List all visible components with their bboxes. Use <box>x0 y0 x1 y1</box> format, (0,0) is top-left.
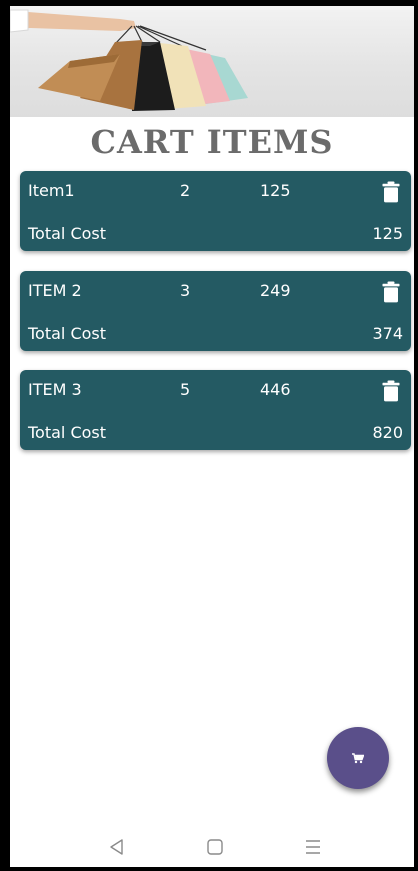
cart-fab-button[interactable] <box>327 727 389 789</box>
home-icon[interactable] <box>205 837 225 857</box>
item-quantity: 3 <box>180 281 191 300</box>
item-price: 125 <box>260 181 291 200</box>
system-navigation-bar <box>10 825 414 865</box>
item-name: ITEM 3 <box>28 380 82 399</box>
item-quantity: 5 <box>180 380 191 399</box>
cart-icon <box>352 752 364 763</box>
item-quantity: 2 <box>180 181 191 200</box>
item-name: Item1 <box>28 181 75 200</box>
cart-item-card: ITEM 3 5 446 Total Cost 820 <box>20 370 411 450</box>
total-cost-value: 125 <box>372 224 403 243</box>
total-cost-label: Total Cost <box>28 324 107 343</box>
trash-icon[interactable] <box>382 181 400 203</box>
cart-item-card: Item1 2 125 Total Cost 125 <box>20 171 411 251</box>
item-price: 249 <box>260 281 291 300</box>
total-cost-label: Total Cost <box>28 423 107 442</box>
total-cost-label: Total Cost <box>28 224 107 243</box>
cart-item-card: ITEM 2 3 249 Total Cost 374 <box>20 271 411 351</box>
shopping-bags-image <box>10 9 248 111</box>
item-name: ITEM 2 <box>28 281 82 300</box>
shopping-bags-banner <box>10 6 414 117</box>
page-title: CART ITEMS <box>90 123 334 161</box>
total-cost-value: 374 <box>372 324 403 343</box>
trash-icon[interactable] <box>382 281 400 303</box>
back-icon[interactable] <box>107 837 127 857</box>
trash-icon[interactable] <box>382 380 400 402</box>
menu-icon[interactable] <box>303 837 323 857</box>
item-price: 446 <box>260 380 291 399</box>
total-cost-value: 820 <box>372 423 403 442</box>
app-screen: CART ITEMS Item1 2 125 Total Cost 125 IT… <box>10 6 414 867</box>
